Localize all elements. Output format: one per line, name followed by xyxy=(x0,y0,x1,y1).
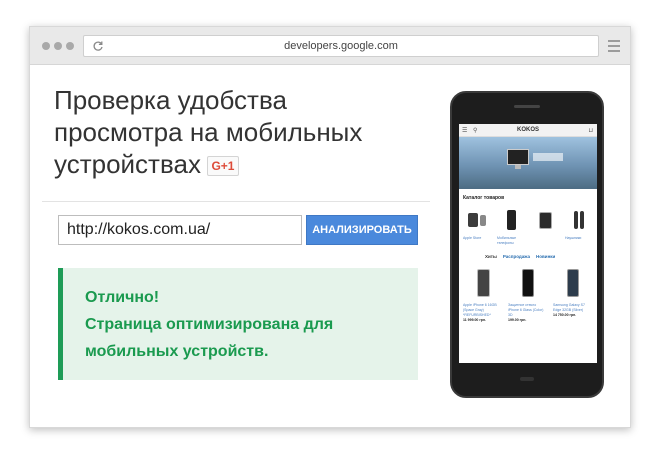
product-name: Защитное стекло iPhone 6 Glass (Color) 3… xyxy=(508,303,544,317)
phone-preview: ☰ ⚲ KOKOS ⊔ Каталог товаров Apple Store xyxy=(450,91,604,398)
url-input[interactable] xyxy=(58,215,302,245)
catalog-title: Каталог товаров xyxy=(463,195,505,201)
product-price: 11 999.00 грн. xyxy=(463,318,487,322)
tablet-image xyxy=(531,204,559,236)
tab-new: Новинки xyxy=(536,254,556,259)
address-bar[interactable]: developers.google.com xyxy=(83,35,599,57)
browser-window: developers.google.com Проверка удобства … xyxy=(29,26,631,428)
devices-image xyxy=(463,204,491,236)
maximize-dot-icon[interactable] xyxy=(66,42,74,50)
address-url: developers.google.com xyxy=(284,40,398,52)
product-name: Apple iPhone 6 16GB (Space Gray) *REFURB… xyxy=(463,303,497,317)
close-dot-icon[interactable] xyxy=(42,42,50,50)
browser-titlebar: developers.google.com xyxy=(30,27,630,65)
product-row: Apple iPhone 6 16GB (Space Gray) *REFURB… xyxy=(459,263,597,323)
cart-icon: ⊔ xyxy=(588,128,593,134)
product-image xyxy=(463,263,503,303)
catalog-item-label: Наушники xyxy=(565,236,582,240)
catalog-item-label: Apple Store xyxy=(463,236,482,240)
window-controls xyxy=(42,42,74,50)
analyze-button[interactable]: АНАЛИЗИРОВАТЬ xyxy=(306,215,418,245)
phone-speaker xyxy=(514,105,540,108)
product-card: Apple iPhone 6 16GB (Space Gray) *REFURB… xyxy=(463,263,503,323)
result-line-3: мобильных устройств. xyxy=(85,343,269,360)
site-logo: KOKOS xyxy=(516,127,539,133)
site-banner xyxy=(459,137,597,189)
phone-screen: ☰ ⚲ KOKOS ⊔ Каталог товаров Apple Store xyxy=(459,124,597,363)
gplus-button[interactable]: G+1 xyxy=(206,156,239,176)
product-tabs: Хиты Распродажа Новинки xyxy=(459,246,597,263)
tab-hits: Хиты xyxy=(485,254,497,259)
result-box: Отлично! Страница оптимизирована для моб… xyxy=(58,268,418,380)
phone-image xyxy=(497,204,525,236)
product-price: 14 750.00 грн. xyxy=(553,313,577,317)
catalog-item: Мобильные телефоны xyxy=(497,204,525,246)
catalog-item xyxy=(531,204,559,246)
catalog-item: Apple Store xyxy=(463,204,491,246)
divider xyxy=(42,201,430,202)
page-title: Проверка удобства просмотра на мобильных… xyxy=(54,84,394,180)
product-card: Защитное стекло iPhone 6 Glass (Color) 3… xyxy=(508,263,548,323)
banner-text-block xyxy=(533,153,563,161)
product-image xyxy=(508,263,548,303)
site-header: ☰ ⚲ KOKOS ⊔ xyxy=(459,124,597,137)
catalog-item: Наушники xyxy=(565,204,593,246)
earphones-image xyxy=(565,204,593,236)
result-title: Отлично! xyxy=(85,289,160,306)
product-card: Samsung Galaxy S7 Edge 32GB (Silver) 14 … xyxy=(553,263,593,323)
monitor-image xyxy=(507,149,529,165)
product-image xyxy=(553,263,593,303)
result-line-2: Страница оптимизирована для xyxy=(85,316,334,333)
phone-home-bar xyxy=(520,377,534,381)
product-price: 199.00 грн. xyxy=(508,318,527,322)
browser-menu-icon[interactable] xyxy=(608,40,620,55)
tab-sale: Распродажа xyxy=(502,254,531,259)
minimize-dot-icon[interactable] xyxy=(54,42,62,50)
monitor-stand xyxy=(515,165,521,169)
catalog-row: Apple Store Мобильные телефоны Наушники xyxy=(459,204,597,246)
product-name: Samsung Galaxy S7 Edge 32GB (Silver) xyxy=(553,303,585,312)
catalog-item-label: Мобильные телефоны xyxy=(497,236,517,245)
